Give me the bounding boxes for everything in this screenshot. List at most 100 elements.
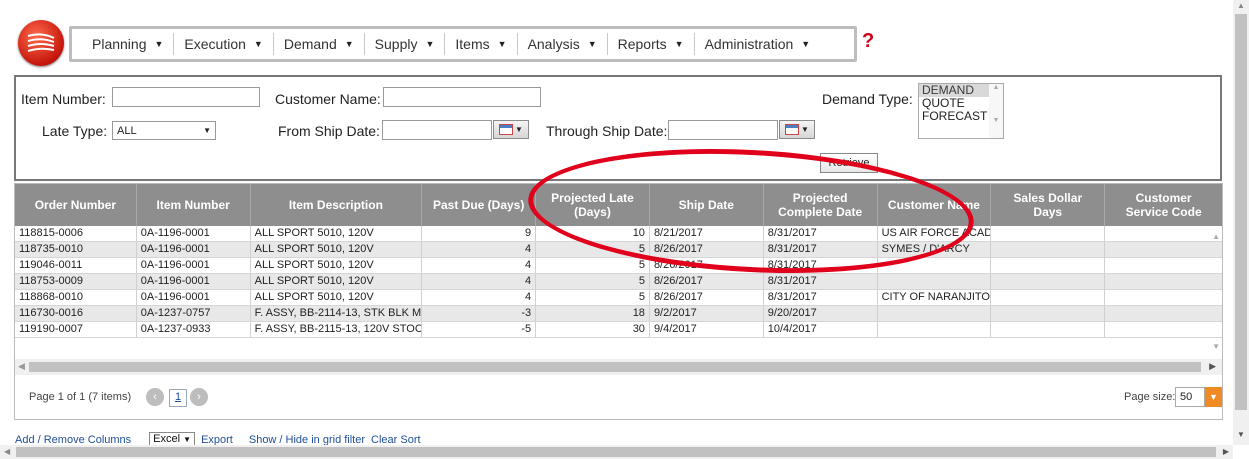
scroll-right-icon[interactable]: ▶: [1209, 361, 1216, 372]
menu-planning[interactable]: Planning ▼: [82, 33, 175, 55]
through-ship-date-label: Through Ship Date:: [546, 123, 668, 139]
menu-label: Reports: [617, 36, 667, 52]
cell-item-description: ALL SPORT 5010, 120V: [251, 290, 423, 305]
prev-page-icon[interactable]: ‹: [146, 388, 164, 406]
column-header-item-description[interactable]: Item Description: [251, 184, 423, 226]
cell-customer-name: [878, 306, 992, 321]
column-header-customer-name[interactable]: Customer Name: [878, 184, 992, 226]
menu-label: Supply: [374, 36, 418, 52]
scroll-right-icon[interactable]: ▶: [1223, 447, 1229, 456]
scroll-left-icon[interactable]: ◀: [18, 361, 25, 372]
cell-customer-service-code: [1105, 242, 1222, 257]
cell-customer-service-code: [1105, 322, 1222, 337]
cell-sales-dollar-days: [991, 226, 1106, 241]
through-date-picker-button[interactable]: ▼: [779, 120, 815, 139]
caret-down-icon: ▼: [674, 39, 684, 49]
cell-sales-dollar-days: [991, 322, 1106, 337]
table-row[interactable]: 118868-0010 0A-1196-0001 ALL SPORT 5010,…: [15, 290, 1222, 306]
cell-projected-late: 18: [536, 306, 650, 321]
grid-horizontal-scroll-thumb[interactable]: [29, 362, 1201, 372]
calendar-icon: [785, 124, 800, 135]
menu-label: Execution: [184, 36, 246, 52]
scroll-down-icon[interactable]: ▼: [989, 117, 1003, 124]
grid-body: 118815-0006 0A-1196-0001 ALL SPORT 5010,…: [15, 226, 1222, 338]
page-number-current[interactable]: 1: [169, 389, 187, 407]
table-row[interactable]: 118735-0010 0A-1196-0001 ALL SPORT 5010,…: [15, 242, 1222, 258]
through-ship-date-input[interactable]: [668, 120, 778, 140]
page-horizontal-scrollbar[interactable]: ◀ ▶: [0, 445, 1233, 459]
app-logo[interactable]: [18, 20, 64, 66]
customer-name-input[interactable]: [383, 87, 541, 107]
table-row[interactable]: 118815-0006 0A-1196-0001 ALL SPORT 5010,…: [15, 226, 1222, 242]
cell-projected-complete-date: 8/31/2017: [764, 274, 878, 289]
cell-projected-late: 5: [536, 258, 650, 273]
menu-demand[interactable]: Demand ▼: [274, 33, 365, 55]
column-header-projected-complete-date[interactable]: Projected Complete Date: [764, 184, 878, 226]
demand-type-label: Demand Type:: [822, 91, 913, 107]
grid-pager: Page 1 of 1 (7 items) ‹ 1 › Page size: 5…: [15, 377, 1222, 419]
column-header-ship-date[interactable]: Ship Date: [650, 184, 764, 226]
grid-horizontal-scrollbar[interactable]: ◀ ▶: [15, 359, 1222, 375]
menu-label: Analysis: [527, 36, 580, 52]
cell-sales-dollar-days: [991, 274, 1106, 289]
page-vertical-scroll-thumb[interactable]: [1235, 14, 1247, 410]
late-type-select[interactable]: ALL ▼: [112, 121, 216, 140]
from-ship-date-input[interactable]: [382, 120, 492, 140]
column-header-sales-dollar-days[interactable]: Sales Dollar Days: [991, 184, 1106, 226]
column-header-order-number[interactable]: Order Number: [15, 184, 137, 226]
caret-down-icon: ▼: [203, 126, 211, 135]
cell-ship-date: 8/26/2017: [650, 290, 764, 305]
scroll-left-icon[interactable]: ◀: [4, 447, 10, 456]
table-row[interactable]: 119046-0011 0A-1196-0001 ALL SPORT 5010,…: [15, 258, 1222, 274]
demand-type-scrollbar[interactable]: ▲ ▼: [989, 84, 1003, 138]
cell-past-due: 4: [422, 242, 537, 257]
cell-customer-name: CITY OF NARANJITO /: [878, 290, 992, 305]
cell-past-due: 9: [422, 226, 537, 241]
page-size-dropdown-icon[interactable]: ▼: [1205, 387, 1222, 407]
cell-projected-late: 10: [536, 226, 650, 241]
cell-customer-name: [878, 274, 992, 289]
scroll-down-icon[interactable]: ▼: [1237, 430, 1245, 439]
menu-supply[interactable]: Supply ▼: [365, 33, 446, 55]
retrieve-button[interactable]: Retrieve: [820, 153, 878, 173]
main-menu: Planning ▼ Execution ▼ Demand ▼ Supply ▼ Ite…: [69, 26, 857, 62]
caret-down-icon: ▼: [425, 39, 435, 49]
late-type-label: Late Type:: [42, 123, 108, 139]
grid-scroll-up-icon[interactable]: ▲: [1212, 232, 1220, 241]
caret-down-icon: ▼: [253, 39, 263, 49]
cell-order-number: 119046-0011: [15, 258, 137, 273]
menu-label: Demand: [283, 36, 337, 52]
column-header-projected-late[interactable]: Projected Late (Days): [536, 184, 650, 226]
column-header-past-due[interactable]: Past Due (Days): [422, 184, 537, 226]
menu-reports[interactable]: Reports ▼: [608, 33, 695, 55]
from-date-picker-button[interactable]: ▼: [493, 120, 529, 139]
grid-scroll-down-icon[interactable]: ▼: [1212, 342, 1220, 351]
help-icon[interactable]: ?: [862, 30, 874, 53]
menu-items[interactable]: Items ▼: [445, 33, 518, 55]
scroll-up-icon[interactable]: ▲: [1237, 1, 1245, 10]
table-row[interactable]: 119190-0007 0A-1237-0933 F. ASSY, BB-211…: [15, 322, 1222, 338]
menu-analysis[interactable]: Analysis ▼: [518, 33, 608, 55]
table-row[interactable]: 118753-0009 0A-1196-0001 ALL SPORT 5010,…: [15, 274, 1222, 290]
next-page-icon[interactable]: ›: [190, 388, 208, 406]
caret-down-icon: ▼: [515, 125, 523, 134]
page-size-value[interactable]: 50: [1175, 387, 1205, 407]
cell-sales-dollar-days: [991, 258, 1106, 273]
menu-administration[interactable]: Administration ▼: [695, 33, 821, 55]
column-header-customer-service-code[interactable]: Customer Service Code: [1105, 184, 1222, 226]
filter-panel: Item Number: Customer Name: Demand Type:…: [14, 75, 1222, 181]
item-number-input[interactable]: [112, 87, 260, 107]
demand-type-listbox[interactable]: DEMAND QUOTE FORECAST ▲ ▼: [918, 83, 1004, 139]
customer-name-label: Customer Name:: [275, 91, 381, 107]
cell-past-due: 4: [422, 290, 537, 305]
table-row[interactable]: 116730-0016 0A-1237-0757 F. ASSY, BB-211…: [15, 306, 1222, 322]
cell-ship-date: 8/26/2017: [650, 258, 764, 273]
scroll-up-icon[interactable]: ▲: [989, 84, 1003, 91]
column-header-item-number[interactable]: Item Number: [137, 184, 251, 226]
page-vertical-scrollbar[interactable]: ▲ ▼: [1233, 0, 1249, 445]
cell-customer-service-code: [1105, 258, 1222, 273]
page-horizontal-scroll-thumb[interactable]: [16, 447, 1216, 457]
late-type-value: ALL: [117, 124, 137, 137]
orders-grid: Order Number Item Number Item Descriptio…: [14, 183, 1223, 420]
menu-execution[interactable]: Execution ▼: [174, 33, 274, 55]
